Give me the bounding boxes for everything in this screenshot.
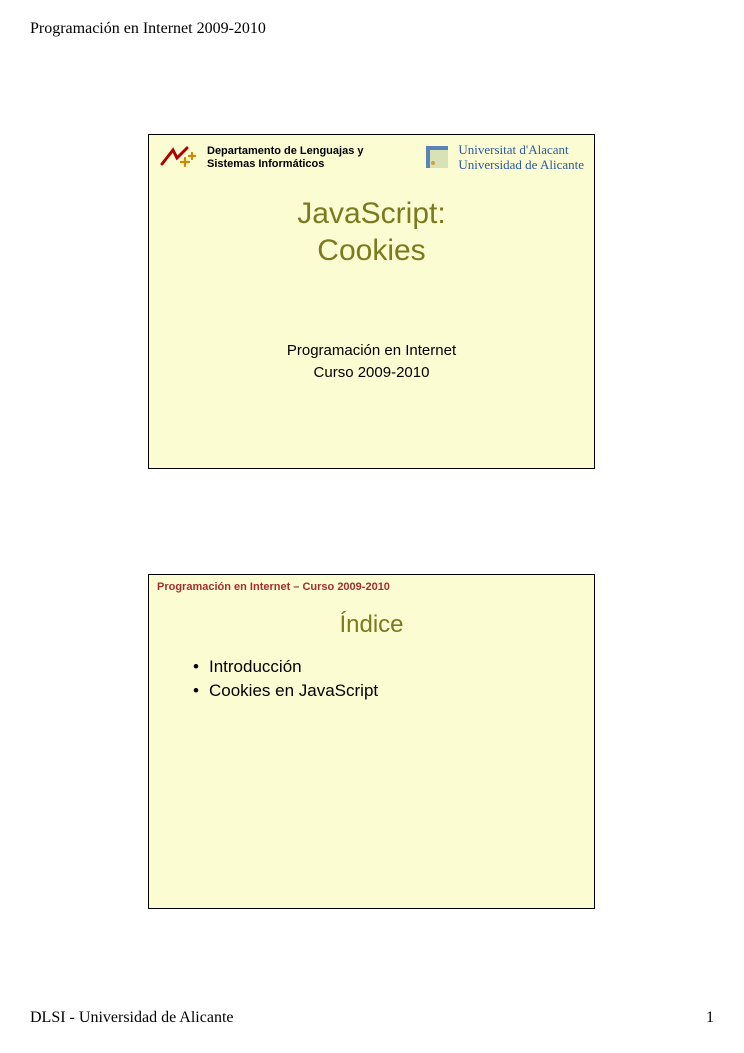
dept-line2: Sistemas Informáticos (207, 158, 416, 171)
page-footer-left: DLSI - Universidad de Alicante (30, 1009, 234, 1027)
slide1-sub-line2: Curso 2009-2010 (149, 362, 594, 385)
slide1-title-line2: Cookies (149, 232, 594, 270)
page-header: Programación en Internet 2009-2010 (30, 20, 266, 38)
page-footer-right: 1 (706, 1009, 714, 1027)
university-name: Universitat d'Alacant Universidad de Ali… (458, 143, 584, 173)
slide2-header: Programación en Internet – Curso 2009-20… (149, 575, 594, 593)
slide2-title: Índice (149, 611, 594, 639)
dept-logo-icon (159, 144, 199, 172)
dept-name: Departamento de Lenguajas y Sistemas Inf… (207, 145, 416, 170)
slide1-title: JavaScript: Cookies (149, 195, 594, 270)
dept-line1: Departamento de Lenguajas y (207, 145, 416, 158)
slide1-subtitle: Programación en Internet Curso 2009-2010 (149, 340, 594, 385)
page: Programación en Internet 2009-2010 Depar… (0, 0, 744, 1053)
slide1-title-line1: JavaScript: (149, 195, 594, 233)
university-block: Universitat d'Alacant Universidad de Ali… (424, 143, 584, 173)
slide-1: Departamento de Lenguajas y Sistemas Inf… (148, 134, 595, 469)
slide-2: Programación en Internet – Curso 2009-20… (148, 574, 595, 909)
slide1-sub-line1: Programación en Internet (149, 340, 594, 363)
list-item: Cookies en JavaScript (193, 681, 594, 701)
university-line2: Universidad de Alicante (458, 158, 584, 173)
slide1-header-row: Departamento de Lenguajas y Sistemas Inf… (149, 135, 594, 173)
list-item: Introducción (193, 657, 594, 677)
university-line1: Universitat d'Alacant (458, 143, 584, 158)
university-logo-icon (424, 144, 452, 172)
slide2-list: Introducción Cookies en JavaScript (149, 657, 594, 701)
